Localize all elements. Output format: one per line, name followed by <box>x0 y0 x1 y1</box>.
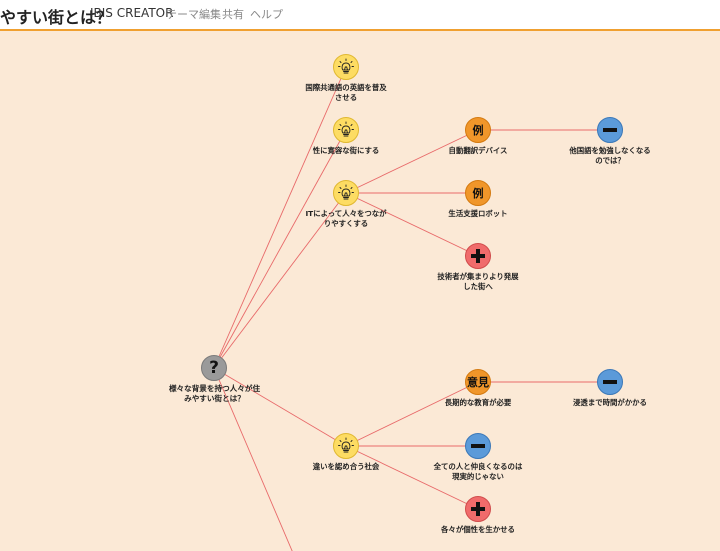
example-icon[interactable]: 例 <box>465 117 491 143</box>
node-label[interactable]: 全ての人と仲良くなるのは現実的じゃない <box>433 462 523 482</box>
minus-icon[interactable] <box>465 433 491 459</box>
plus-icon[interactable] <box>465 496 491 522</box>
edge-q_root-i_tolerant <box>213 129 347 369</box>
node-label[interactable]: 技術者が集まりより発展した街へ <box>434 272 522 292</box>
node-label[interactable]: 浸透まで時間がかかる <box>555 398 665 408</box>
question-icon[interactable]: ? <box>201 355 227 381</box>
node-label[interactable]: ITによって人々をつながりやすくする <box>305 209 387 229</box>
edge-i_diversity-o_education <box>345 381 479 447</box>
edge-i_it-e_translate <box>345 129 479 194</box>
edge-q_root-i_diversity <box>213 367 347 447</box>
node-label[interactable]: 各々が個性を生かせる <box>423 525 533 535</box>
minus-icon[interactable] <box>597 369 623 395</box>
node-icon-text: 例 <box>472 124 484 137</box>
node-label[interactable]: 自動翻訳デバイス <box>423 146 533 156</box>
lightbulb-icon[interactable] <box>333 180 359 206</box>
opinion-icon[interactable]: 意見 <box>465 369 491 395</box>
node-label[interactable]: 生活支援ロボット <box>423 209 533 219</box>
lightbulb-icon[interactable] <box>333 433 359 459</box>
node-label[interactable]: 長期的な教育が必要 <box>423 398 533 408</box>
node-icon-text: ? <box>209 358 219 378</box>
node-icon-text: 意見 <box>467 376 489 389</box>
lightbulb-icon[interactable] <box>333 117 359 143</box>
minus-icon[interactable] <box>597 117 623 143</box>
node-icon-text: 例 <box>472 187 484 200</box>
plus-icon[interactable] <box>465 243 491 269</box>
node-label[interactable]: 様々な背景を持つ人々が住みやすい街とは？ <box>167 384 262 404</box>
node-label[interactable]: 他国語を勉強しなくなるのでは？ <box>566 146 654 166</box>
node-label[interactable]: 性に寛容な街にする <box>291 146 401 156</box>
node-label[interactable]: 違いを認め合う社会 <box>291 462 401 472</box>
node-label[interactable]: 国際共通語の英語を普及させる <box>305 83 387 103</box>
lightbulb-icon[interactable] <box>333 54 359 80</box>
example-icon[interactable]: 例 <box>465 180 491 206</box>
